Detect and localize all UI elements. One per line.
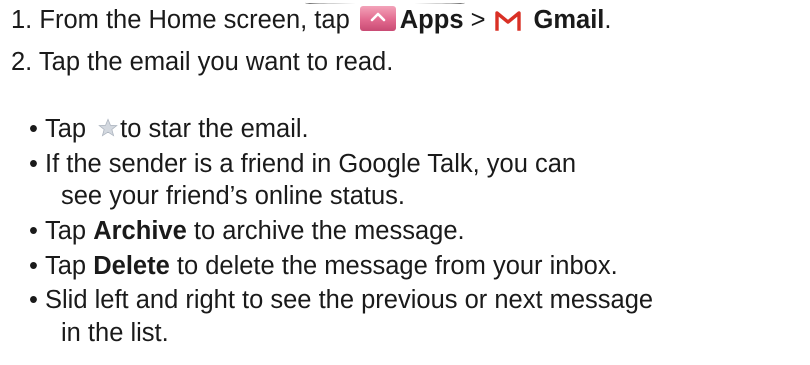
tip-slide-text-2: in the list. (61, 319, 169, 347)
tip-archive: • Tap Archive to archive the message. (29, 216, 465, 246)
bullet: • (29, 217, 38, 245)
bullet: • (29, 286, 38, 314)
step-2-text: Tap the email you want to read. (38, 48, 394, 76)
menu-separator: > (470, 6, 486, 34)
apps-icon (359, 5, 396, 31)
step-1-period: . (604, 6, 612, 34)
tip-star: • Tap to star the email. (29, 114, 309, 144)
tip-slide-text-1: Slid left and right to see the previous … (45, 286, 654, 314)
tip-delete-prefix: Tap (45, 252, 87, 280)
step-2: 2. Tap the email you want to read. (11, 47, 393, 77)
apps-label: Apps (399, 6, 464, 34)
tip-star-suffix: to star the email. (120, 115, 309, 143)
tip-star-prefix: Tap (45, 115, 87, 143)
step-2-number: 2. (11, 48, 33, 76)
cropped-glyph-stroke (305, 0, 465, 4)
step-1: 1. From the Home screen, tap Apps > Gmail. (11, 5, 611, 35)
tip-friend-line-2: see your friend’s online status. (61, 181, 405, 211)
tip-delete-suffix: to delete the message from your inbox. (176, 252, 618, 280)
cropped-text-fragment (0, 0, 810, 4)
bullet: • (29, 115, 38, 143)
bullet: • (29, 150, 38, 178)
star-icon (97, 116, 119, 138)
bullet: • (29, 252, 38, 280)
tip-slide-line-2: in the list. (61, 318, 169, 348)
tip-delete: • Tap Delete to delete the message from y… (29, 251, 618, 281)
delete-label: Delete (93, 252, 170, 280)
step-1-text: From the Home screen, tap (39, 6, 350, 34)
tip-friend-text-2: see your friend’s online status. (61, 182, 405, 210)
tip-archive-prefix: Tap (45, 217, 87, 245)
tip-friend-line-1: • If the sender is a friend in Google Tal… (29, 149, 576, 179)
tip-slide-line-1: • Slid left and right to see the previous… (29, 285, 653, 315)
gmail-label: Gmail (533, 6, 605, 34)
step-1-number: 1. (11, 6, 33, 34)
tip-archive-suffix: to archive the message. (193, 217, 465, 245)
archive-label: Archive (93, 217, 187, 245)
gmail-icon (494, 8, 522, 31)
tip-friend-text-1: If the sender is a friend in Google Talk… (45, 150, 577, 178)
